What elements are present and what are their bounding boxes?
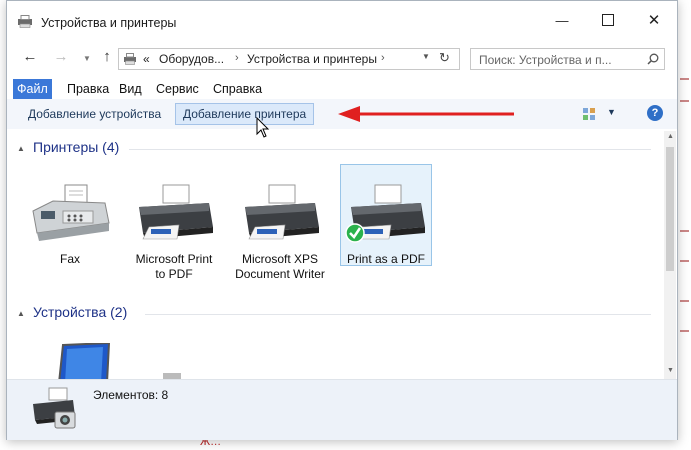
breadcrumb-hardware[interactable]: Оборудов... <box>159 52 224 66</box>
forward-button[interactable]: → <box>51 48 71 65</box>
view-options-dropdown[interactable]: ▼ <box>607 107 616 117</box>
back-button[interactable]: ← <box>20 48 40 65</box>
title-bar[interactable]: Устройства и принтеры — ✕ <box>7 1 677 41</box>
menu-view[interactable]: Вид <box>115 79 146 99</box>
device-microsoft-xps-document-writer[interactable]: Microsoft XPS Document Writer <box>235 181 325 282</box>
devices-printers-icon <box>124 53 136 65</box>
devices-group-header[interactable]: ▲ Устройства (2) <box>17 304 657 324</box>
details-pane: Элементов: 8 <box>7 379 677 440</box>
up-button[interactable]: ↑ <box>97 48 117 65</box>
group-divider <box>129 149 651 150</box>
device-label: Microsoft Print to PDF <box>135 252 213 281</box>
maximize-icon <box>602 14 614 26</box>
scroll-thumb[interactable] <box>666 147 674 271</box>
devices-printers-icon <box>18 15 32 28</box>
device-label: Microsoft XPS Document Writer <box>235 252 325 281</box>
breadcrumb-separator-icon[interactable]: › <box>235 52 239 64</box>
default-printer-check-icon <box>345 223 365 243</box>
recent-locations-dropdown[interactable]: ▼ <box>77 54 97 63</box>
device-label: Print as a PDF <box>346 252 426 266</box>
device-print-as-a-pdf[interactable]: Print as a PDF <box>340 164 432 266</box>
devices-content-area: ▲ Принтеры (4) Fax Microsoft Print to PD… <box>7 129 677 379</box>
background-page-right-edge <box>678 0 691 450</box>
menu-file[interactable]: Файл <box>13 79 52 99</box>
close-button[interactable]: ✕ <box>631 1 677 39</box>
printer-icon <box>245 184 319 240</box>
background-text: Ж… <box>200 440 222 448</box>
scroll-down-icon[interactable]: ▼ <box>667 367 674 374</box>
device-microsoft-print-to-pdf[interactable]: Microsoft Print to PDF <box>129 181 219 282</box>
search-placeholder: Поиск: Устройства и п... <box>479 53 612 67</box>
help-button[interactable]: ? <box>647 105 663 121</box>
item-count: Элементов: 8 <box>93 388 169 402</box>
device-fax[interactable]: Fax <box>25 181 115 267</box>
scroll-up-icon[interactable]: ▲ <box>667 133 674 140</box>
window-title: Устройства и принтеры <box>41 16 177 30</box>
breadcrumb-devices-printers[interactable]: Устройства и принтеры <box>247 52 377 66</box>
background-page-bottom-edge: Ж… <box>0 440 691 450</box>
printers-group-header[interactable]: ▲ Принтеры (4) <box>17 139 657 159</box>
monitor-device-icon[interactable] <box>51 343 111 379</box>
device-partial-icon[interactable] <box>157 359 187 379</box>
menu-tools[interactable]: Сервис <box>152 79 203 99</box>
vertical-scrollbar[interactable]: ▲ ▼ <box>664 131 676 379</box>
fax-icon <box>32 184 110 241</box>
minimize-button[interactable]: — <box>539 1 585 39</box>
devices-and-printers-window: Устройства и принтеры — ✕ ← → ▼ ↑ « Обор… <box>6 0 678 440</box>
address-overflow-chevron[interactable]: « <box>143 52 150 66</box>
annotation-arrow-icon <box>338 106 514 122</box>
minimize-icon: — <box>555 12 569 28</box>
group-divider <box>145 314 651 315</box>
menu-bar: Файл Правка Вид Сервис Справка <box>7 79 677 99</box>
mouse-pointer-icon <box>256 117 270 138</box>
close-icon: ✕ <box>647 12 661 29</box>
search-box[interactable]: Поиск: Устройства и п... <box>470 48 665 70</box>
add-printer-button[interactable]: Добавление принтера <box>175 103 315 125</box>
maximize-button[interactable] <box>585 1 631 39</box>
add-device-button[interactable]: Добавление устройства <box>21 103 168 125</box>
device-label: Fax <box>59 252 80 266</box>
devices-group-title: Устройства (2) <box>33 304 128 320</box>
change-view-icon[interactable] <box>582 107 596 121</box>
collapse-chevron-icon[interactable]: ▲ <box>17 309 25 318</box>
printer-icon <box>345 184 425 243</box>
menu-edit[interactable]: Правка <box>63 79 113 99</box>
printers-group-title: Принтеры (4) <box>33 139 120 155</box>
address-bar[interactable]: « Оборудов... › Устройства и принтеры › … <box>118 48 460 70</box>
search-icon <box>647 53 659 65</box>
breadcrumb-separator-icon[interactable]: › <box>381 52 385 64</box>
navigation-bar: ← → ▼ ↑ « Оборудов... › Устройства и при… <box>7 43 677 73</box>
menu-help[interactable]: Справка <box>209 79 266 99</box>
collapse-chevron-icon[interactable]: ▲ <box>17 144 25 153</box>
devices-printers-icon <box>33 387 76 429</box>
printer-icon <box>139 184 213 240</box>
refresh-button[interactable]: ↻ <box>439 50 450 66</box>
address-history-dropdown[interactable]: ▼ <box>422 52 430 61</box>
